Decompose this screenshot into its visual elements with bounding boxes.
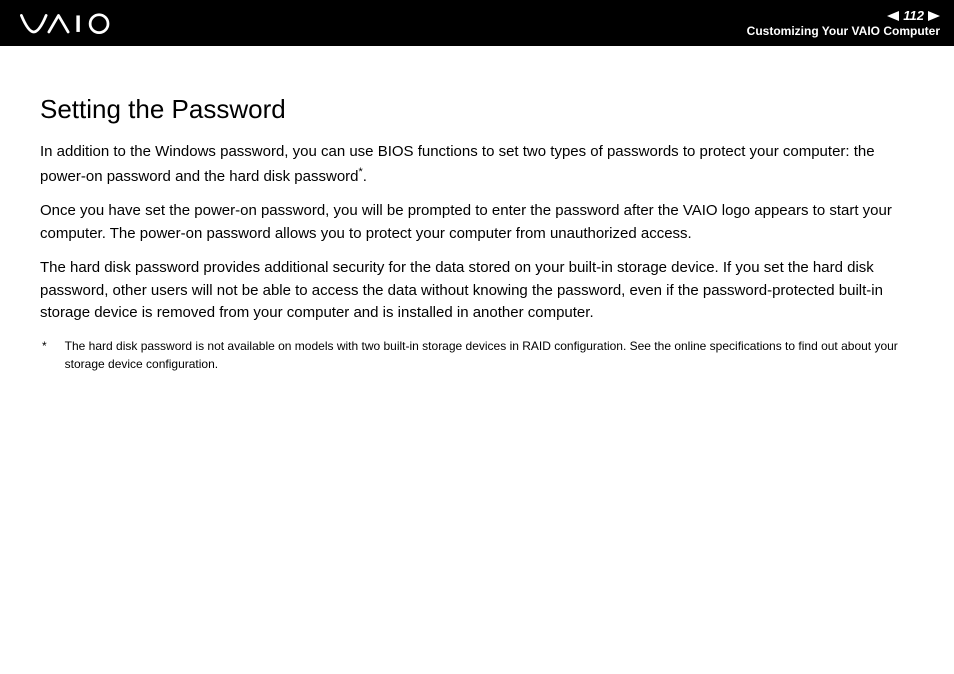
page-navigation: 112: [887, 8, 940, 24]
vaio-logo: [20, 12, 130, 34]
page-number: 112: [903, 8, 924, 24]
paragraph-1-suffix: .: [363, 168, 367, 185]
header-right: 112 Customizing Your VAIO Computer: [747, 8, 940, 38]
footnote-text: The hard disk password is not available …: [65, 337, 914, 373]
footnote: * The hard disk password is not availabl…: [40, 337, 914, 373]
paragraph-2: Once you have set the power-on password,…: [40, 200, 914, 245]
footnote-marker: *: [42, 337, 47, 373]
document-content: Setting the Password In addition to the …: [0, 46, 954, 373]
nav-next-icon[interactable]: [928, 11, 940, 21]
document-header: 112 Customizing Your VAIO Computer: [0, 0, 954, 46]
paragraph-1: In addition to the Windows password, you…: [40, 141, 914, 188]
nav-prev-icon[interactable]: [887, 11, 899, 21]
page-title: Setting the Password: [40, 94, 914, 125]
section-label: Customizing Your VAIO Computer: [747, 24, 940, 38]
paragraph-3: The hard disk password provides addition…: [40, 257, 914, 325]
paragraph-1-text: In addition to the Windows password, you…: [40, 143, 875, 185]
